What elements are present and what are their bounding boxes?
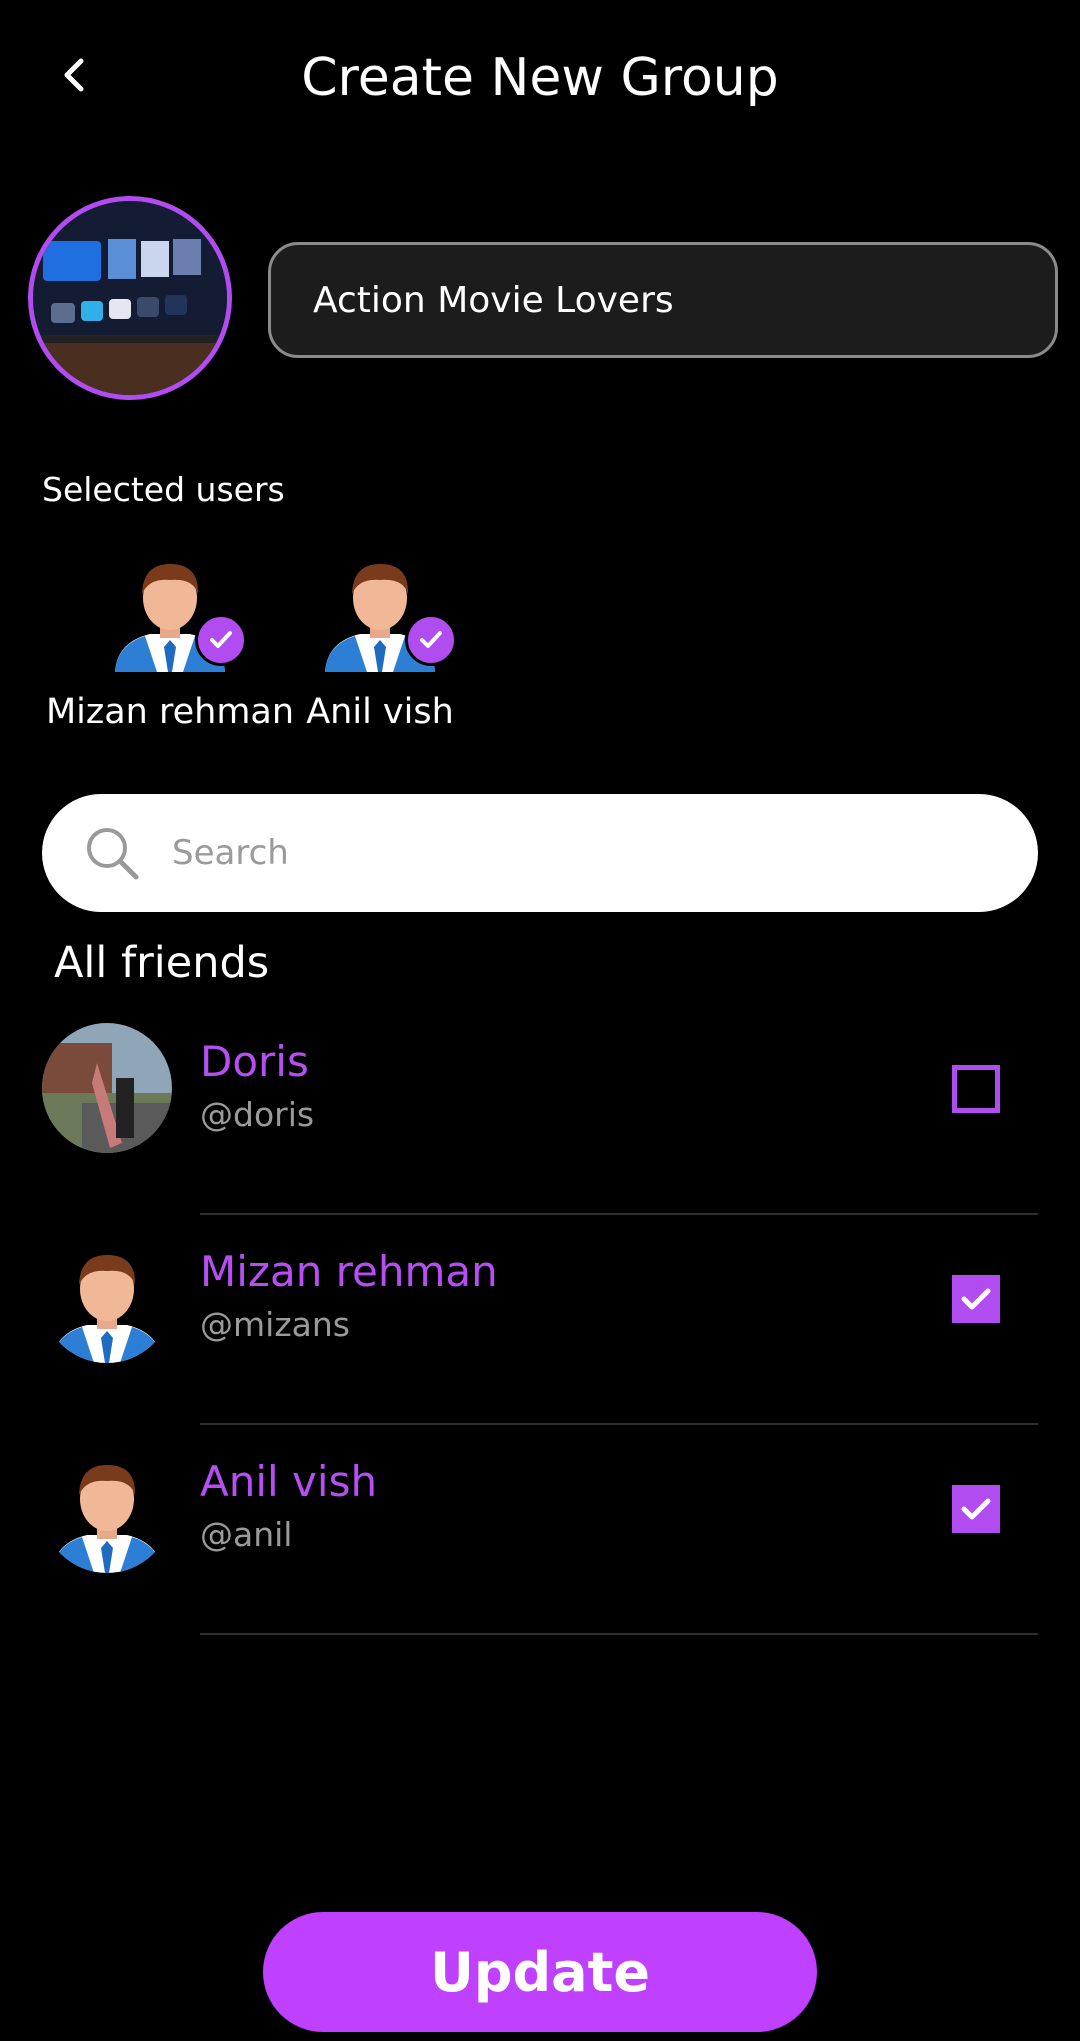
page-title: Create New Group <box>301 48 779 108</box>
search-input[interactable] <box>170 832 974 874</box>
search-bar[interactable] <box>42 794 1038 912</box>
tv-screen-image <box>33 201 227 395</box>
avatar <box>42 1443 172 1573</box>
group-photo[interactable] <box>28 196 232 400</box>
checkmark-icon <box>961 1498 991 1520</box>
group-name-input[interactable] <box>268 242 1058 358</box>
friend-handle: @doris <box>200 1095 315 1134</box>
select-checkbox[interactable] <box>952 1065 1000 1113</box>
friend-row-mizan[interactable]: Mizan rehman @mizans <box>0 1215 1080 1425</box>
avatar <box>105 550 247 672</box>
divider <box>200 1633 1038 1635</box>
checkmark-icon <box>195 614 247 666</box>
avatar <box>42 1233 172 1363</box>
friend-handle: @anil <box>200 1515 293 1554</box>
selected-user-anil[interactable]: Anil vish <box>250 550 510 732</box>
checkmark-icon <box>961 1288 991 1310</box>
friend-handle: @mizans <box>200 1305 350 1344</box>
user-avatar-icon <box>52 1255 162 1363</box>
avatar <box>315 550 457 672</box>
friend-name: Mizan rehman <box>200 1247 498 1296</box>
checkmark-icon <box>405 614 457 666</box>
friend-row-anil[interactable]: Anil vish @anil <box>0 1425 1080 1635</box>
select-checkbox[interactable] <box>952 1275 1000 1323</box>
search-icon <box>87 828 139 880</box>
all-friends-label: All friends <box>54 938 270 988</box>
friend-name: Anil vish <box>200 1457 378 1506</box>
update-button[interactable]: Update <box>263 1912 817 2032</box>
select-checkbox[interactable] <box>952 1485 1000 1533</box>
selected-users-label: Selected users <box>42 470 285 509</box>
friend-row-doris[interactable]: Doris @doris <box>0 1005 1080 1215</box>
selected-user-name: Anil vish <box>306 692 454 732</box>
avatar <box>42 1023 172 1153</box>
friend-name: Doris <box>200 1037 309 1086</box>
friend-photo <box>42 1023 172 1153</box>
user-avatar-icon <box>52 1465 162 1573</box>
